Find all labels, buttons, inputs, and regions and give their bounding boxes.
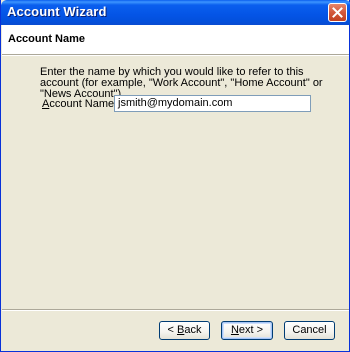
next-button[interactable]: Next > <box>221 321 273 340</box>
back-button[interactable]: < Back <box>159 321 210 340</box>
account-name-input[interactable]: jsmith@mydomain.com <box>114 95 311 112</box>
title-bar[interactable]: Account Wizard <box>1 0 350 25</box>
account-wizard-window: Account Wizard Account Name Enter the na… <box>0 0 350 352</box>
footer-divider-highlight <box>2 310 349 311</box>
page-title: Account Name <box>8 33 86 45</box>
account-name-label: Account Name: <box>42 98 118 110</box>
close-icon <box>332 7 343 18</box>
wizard-header: Account Name <box>2 25 349 54</box>
close-button[interactable] <box>328 3 347 22</box>
header-divider-highlight <box>2 55 349 56</box>
cancel-button[interactable]: Cancel <box>284 321 335 340</box>
window-title: Account Wizard <box>7 4 107 19</box>
